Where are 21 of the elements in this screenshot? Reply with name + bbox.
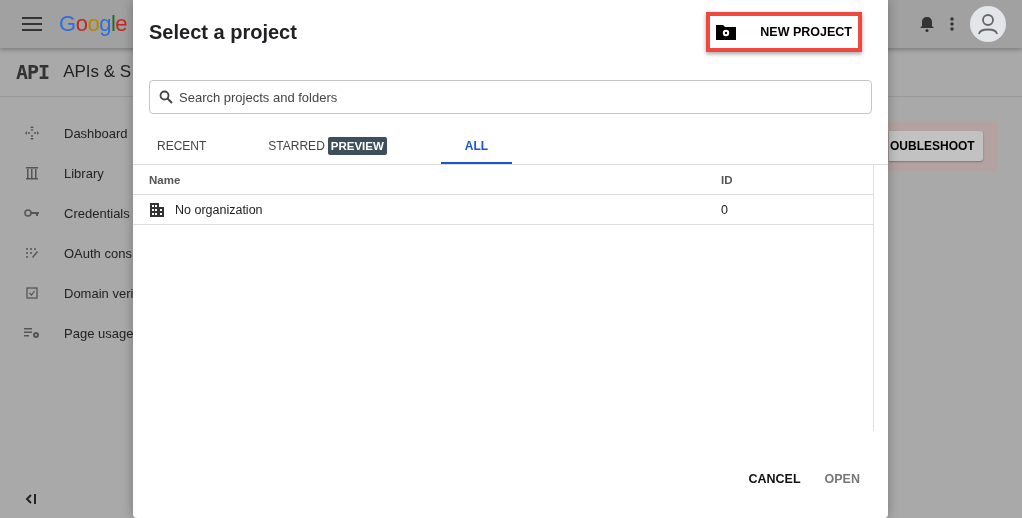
search-field[interactable]: Search projects and folders (149, 80, 872, 114)
product-title: APIs & S (63, 62, 132, 82)
new-project-button[interactable]: NEW PROJECT (710, 16, 858, 48)
api-logo: API (16, 60, 50, 84)
sidebar-item[interactable]: Library (64, 165, 104, 181)
troubleshoot-button[interactable]: OUBLESHOOT (889, 131, 983, 161)
column-header: Name (149, 173, 182, 186)
tab[interactable]: ALL (440, 130, 513, 164)
sidebar-item[interactable]: Credentials (64, 205, 130, 221)
dialog-title: Select a project (149, 20, 297, 44)
sidebar-item[interactable]: Page usage (64, 325, 134, 341)
tab[interactable]: STARRED PREVIEW (252, 130, 403, 164)
column-header: ID (721, 173, 734, 186)
sidebar-item[interactable]: Domain veri (64, 285, 134, 301)
dialog-button[interactable]: CANCEL (740, 464, 809, 494)
table-cell-text: 0 (721, 202, 729, 217)
table-cell[interactable]: No organization (175, 202, 263, 217)
sidebar-item[interactable]: OAuth cons (64, 245, 132, 261)
sidebar-item[interactable]: Dashboard (64, 125, 128, 141)
tab[interactable]: RECENT (141, 130, 223, 164)
preview-badge: PREVIEW (327, 137, 387, 155)
